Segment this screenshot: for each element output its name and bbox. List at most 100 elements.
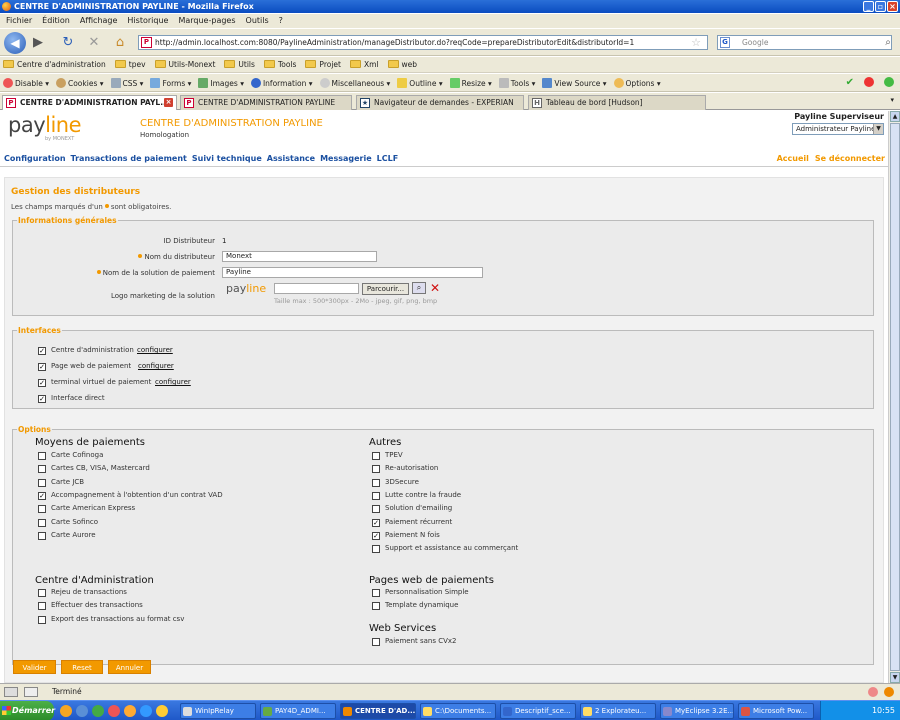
checkbox[interactable] [38, 465, 46, 474]
checkbox[interactable]: ✓ [372, 531, 380, 540]
scroll-up-icon[interactable]: ▲ [890, 111, 900, 122]
dev-menu-options[interactable]: Options ▾ [613, 77, 661, 88]
search-field[interactable]: G Google [717, 35, 892, 50]
logo-file-input[interactable] [274, 283, 359, 294]
configure-link[interactable]: configurer [155, 378, 191, 386]
home-icon[interactable]: ⌂ [112, 35, 128, 51]
checkbox[interactable]: ✓ [372, 518, 380, 527]
checkbox[interactable] [372, 465, 380, 474]
taskbar-item-active[interactable]: CENTRE D'AD... [340, 703, 416, 719]
bookmark-folder[interactable]: Utils-Monext [154, 60, 215, 69]
quicklaunch-icon[interactable] [92, 705, 104, 717]
taskbar-item[interactable]: Microsoft Pow... [738, 703, 814, 719]
nav-transactions[interactable]: Transactions de paiement [71, 154, 187, 163]
menu-item-history[interactable]: Historique [127, 14, 168, 28]
interface-checkbox[interactable]: ✓ [38, 347, 46, 355]
interface-checkbox[interactable]: ✓ [38, 395, 46, 403]
checkbox[interactable] [38, 505, 46, 514]
menu-item-bookmarks[interactable]: Marque-pages [178, 14, 235, 28]
distributor-name-input[interactable]: Monext [222, 251, 377, 262]
tab-admin-active[interactable]: P CENTRE D'ADMINISTRATION PAYL... × [2, 95, 177, 110]
menu-item-edit[interactable]: Édition [42, 14, 70, 28]
nav-suivi-technique[interactable]: Suivi technique [192, 154, 262, 163]
bookmark-folder[interactable]: Tools [263, 60, 296, 69]
quicklaunch-icon[interactable] [76, 705, 88, 717]
checkbox[interactable] [372, 589, 380, 597]
taskbar-item[interactable]: Descriptif_sce... [500, 703, 576, 719]
nav-assistance[interactable]: Assistance [267, 154, 315, 163]
nav-messagerie[interactable]: Messagerie [320, 154, 372, 163]
console-icon[interactable] [24, 687, 38, 697]
checkbox[interactable] [372, 505, 380, 514]
magnifier-icon[interactable]: ⌕ [412, 282, 426, 294]
checkbox[interactable] [38, 452, 46, 460]
dev-menu-tools[interactable]: Tools ▾ [498, 77, 535, 88]
tab-experian[interactable]: ★ Navigateur de demandes - EXPERIAN [356, 95, 524, 110]
quicklaunch-icon[interactable] [108, 705, 120, 717]
taskbar-item[interactable]: C:\Documents... [420, 703, 496, 719]
dev-menu-forms[interactable]: Forms ▾ [150, 77, 191, 88]
configure-link[interactable]: configurer [137, 346, 173, 354]
taskbar-item[interactable]: MyEclipse 3.2E... [660, 703, 734, 719]
dev-menu-css[interactable]: CSS ▾ [110, 77, 143, 88]
start-button[interactable]: Démarrer [0, 701, 55, 720]
bookmark-star-icon[interactable]: ☆ [688, 35, 704, 51]
validate-button[interactable]: Valider [13, 660, 56, 674]
checkbox[interactable] [372, 638, 380, 646]
bookmark-folder[interactable]: tpev [114, 60, 146, 69]
bookmark-folder[interactable]: Centre d'administration [3, 60, 106, 69]
checkbox[interactable] [372, 478, 380, 487]
dev-menu-images[interactable]: Images ▾ [198, 77, 244, 88]
back-button[interactable]: ◀ [4, 32, 26, 54]
dev-menu-information[interactable]: Information ▾ [250, 77, 313, 88]
configure-link[interactable]: configurer [138, 362, 174, 370]
taskbar-item[interactable]: WinIpRelay [180, 703, 256, 719]
cancel-button[interactable]: Annuler [108, 660, 151, 674]
dev-menu-cookies[interactable]: Cookies ▾ [55, 77, 104, 88]
menu-item-help[interactable]: ? [279, 14, 283, 28]
dev-menu-outline[interactable]: Outline ▾ [397, 77, 443, 88]
nav-lclf[interactable]: LCLF [377, 154, 399, 163]
scroll-down-icon[interactable]: ▼ [890, 672, 900, 683]
reset-button[interactable]: Reset [61, 660, 103, 674]
dev-menu-resize[interactable]: Resize ▾ [449, 77, 492, 88]
forward-button[interactable]: ▶ [30, 35, 46, 51]
dev-menu-view-source[interactable]: View Source ▾ [542, 77, 607, 88]
interface-checkbox[interactable]: ✓ [38, 363, 46, 371]
bookmark-folder[interactable]: web [387, 60, 417, 69]
bookmark-folder[interactable]: Xml [349, 60, 379, 69]
checkbox[interactable] [372, 491, 380, 500]
tab-hudson[interactable]: H Tableau de bord [Hudson] [528, 95, 706, 110]
bookmark-folder[interactable]: Utils [224, 60, 255, 69]
checkbox[interactable] [372, 602, 380, 611]
nav-configuration[interactable]: Configuration [4, 154, 66, 163]
checkbox[interactable] [38, 615, 46, 624]
menu-item-file[interactable]: Fichier [6, 14, 32, 28]
checkbox[interactable] [372, 452, 380, 460]
quicklaunch-icon[interactable] [60, 705, 72, 717]
quicklaunch-icon[interactable] [140, 705, 152, 717]
checkbox[interactable] [38, 531, 46, 540]
quicklaunch-icon[interactable] [156, 705, 168, 717]
tab-admin[interactable]: P CENTRE D'ADMINISTRATION PAYLINE [180, 95, 352, 110]
solution-name-input[interactable]: Payline [222, 267, 483, 278]
reload-icon[interactable]: ↻ [60, 35, 76, 51]
menu-item-tools[interactable]: Outils [246, 14, 269, 28]
scroll-thumb[interactable] [890, 123, 900, 671]
dev-menu-miscellaneous[interactable]: Miscellaneous ▾ [319, 77, 390, 88]
page-scrollbar[interactable]: ▲ ▼ [888, 111, 900, 683]
maximize-button[interactable]: ▫ [875, 1, 886, 12]
firebug-icon[interactable] [884, 687, 894, 697]
search-go-icon[interactable]: ⌕ [880, 35, 896, 51]
nav-accueil[interactable]: Accueil [777, 154, 809, 163]
checkbox[interactable] [38, 518, 46, 527]
menu-item-view[interactable]: Affichage [80, 14, 118, 28]
stop-icon[interactable]: ✕ [86, 35, 102, 51]
tab-close-icon[interactable]: × [164, 98, 173, 107]
delete-icon[interactable]: ✕ [430, 282, 440, 294]
checkbox[interactable] [38, 589, 46, 597]
devtools-toggle-icon[interactable] [4, 687, 18, 697]
taskbar-item[interactable]: PAY4D_ADMI... [260, 703, 336, 719]
url-bar[interactable]: P http://admin.localhost.com:8080/Paylin… [138, 35, 708, 50]
checkbox[interactable] [38, 602, 46, 611]
